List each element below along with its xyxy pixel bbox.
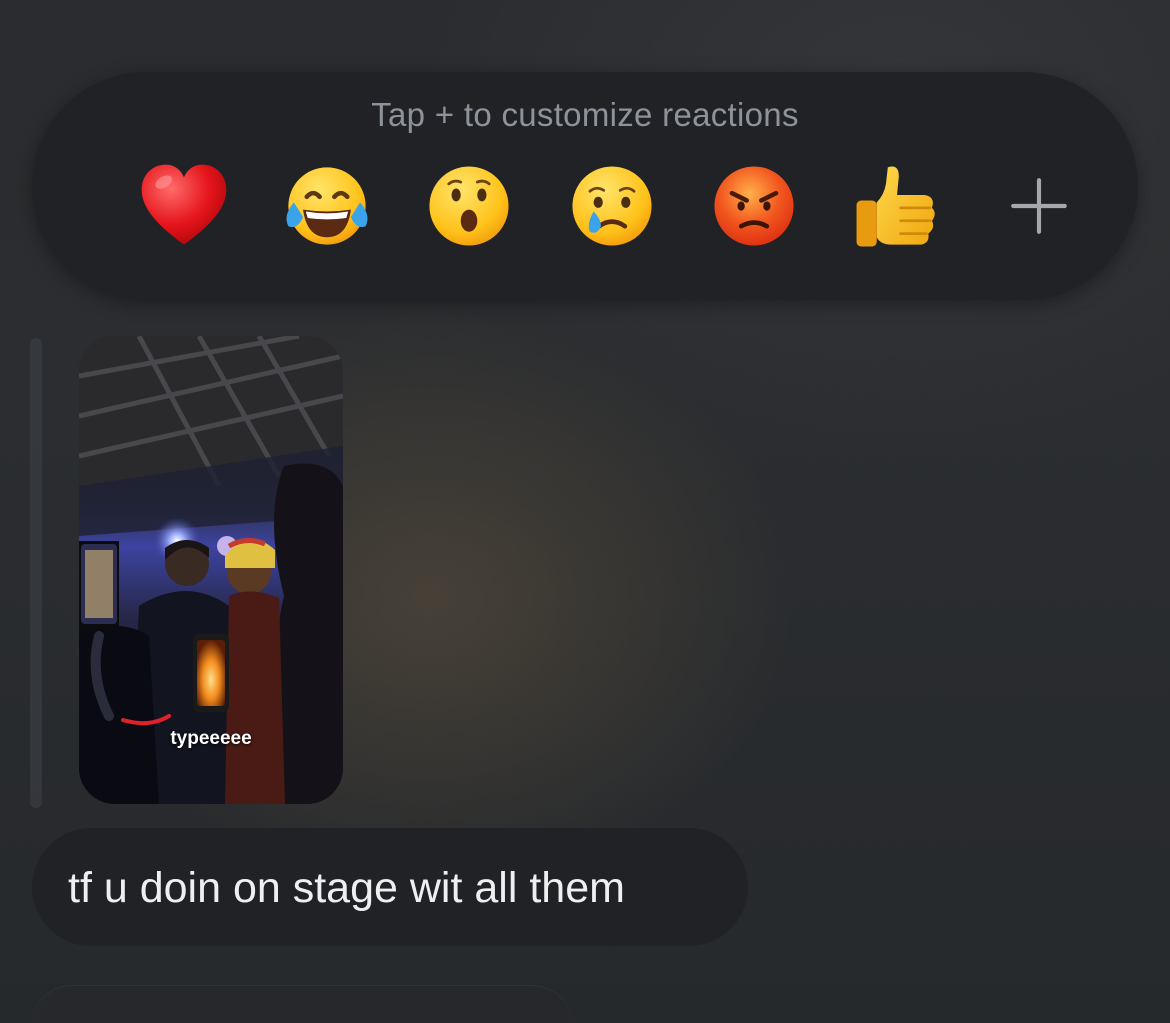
- reaction-laugh-button[interactable]: [277, 156, 377, 256]
- reaction-wow-button[interactable]: [419, 156, 519, 256]
- customize-reactions-button[interactable]: [989, 156, 1089, 256]
- reaction-angry-button[interactable]: [704, 156, 804, 256]
- thumbs-up-icon: [856, 166, 935, 247]
- reaction-picker: Tap + to customize reactions: [32, 72, 1138, 300]
- crying-face-icon: [572, 166, 652, 246]
- angry-face-icon: [714, 166, 794, 246]
- video-message-thumbnail[interactable]: typeeeee: [79, 336, 343, 804]
- message-text: tf u doin on stage wit all them: [68, 864, 625, 912]
- red-heart-icon: [141, 164, 227, 245]
- reaction-hint: Tap + to customize reactions: [371, 96, 799, 133]
- face-with-open-mouth-icon: [429, 166, 509, 246]
- reaction-thumbs-up-button[interactable]: [847, 156, 947, 256]
- message-bubble[interactable]: tf u doin on stage wit all them: [32, 828, 748, 946]
- message-group-edge: [30, 338, 42, 808]
- reaction-heart-button[interactable]: [134, 156, 234, 256]
- reaction-sad-button[interactable]: [562, 156, 662, 256]
- plus-icon: [1011, 178, 1067, 234]
- video-caption: typeeeee: [170, 728, 252, 749]
- reaction-row: [32, 156, 1138, 256]
- face-with-tears-of-joy-icon: [286, 167, 368, 245]
- next-message-bubble-partial[interactable]: [32, 985, 572, 1023]
